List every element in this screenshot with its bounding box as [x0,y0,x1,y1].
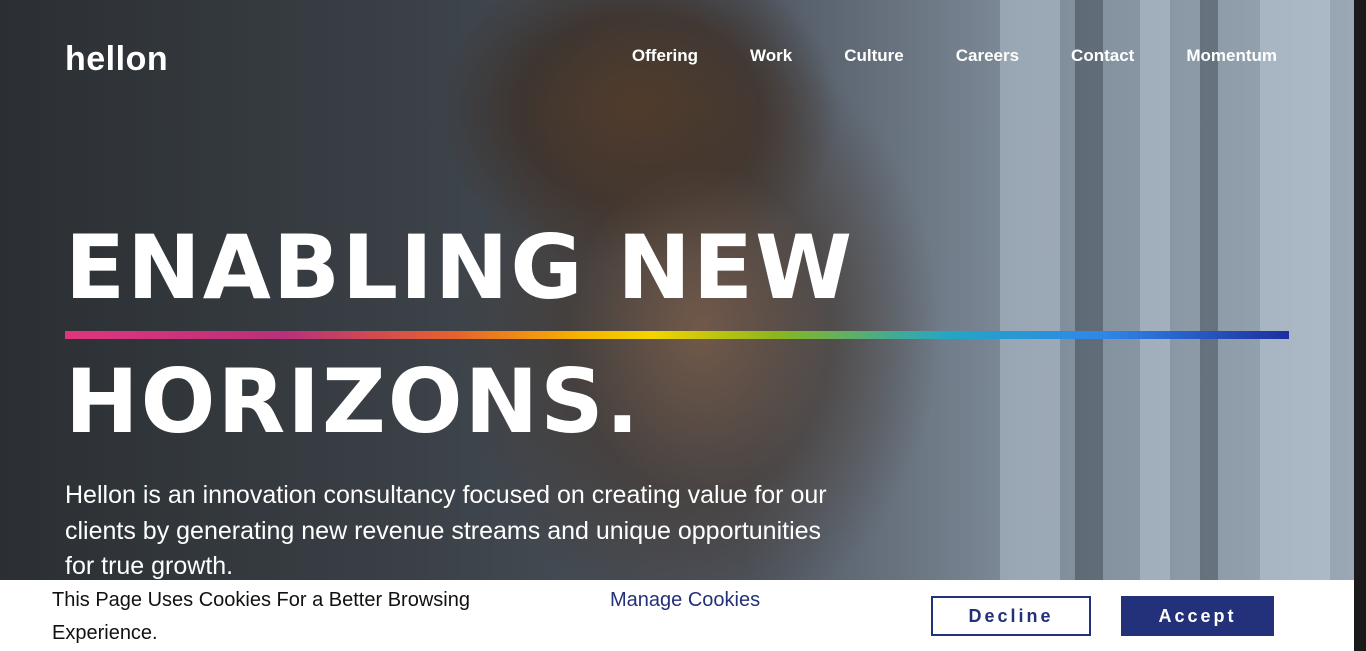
hero-headline-line-2: HORIZONS. [65,350,642,453]
cookie-banner: This Page Uses Cookies For a Better Brow… [0,580,1354,651]
main-nav: Offering Work Culture Careers Contact Mo… [632,46,1277,66]
nav-item-momentum[interactable]: Momentum [1186,46,1277,66]
background-window-pane [1000,0,1060,580]
background-window-pane [1140,0,1170,580]
hero-headline-line-1: ENABLING NEW [65,216,855,319]
rainbow-divider [65,331,1289,339]
hero-section: hellon Offering Work Culture Careers Con… [0,0,1354,651]
nav-item-work[interactable]: Work [750,46,792,66]
nav-item-contact[interactable]: Contact [1071,46,1134,66]
page-scrollbar[interactable] [1354,0,1366,651]
background-window-frame [1200,0,1218,580]
background-window-frame [1075,0,1103,580]
nav-item-culture[interactable]: Culture [844,46,904,66]
cookie-message: This Page Uses Cookies For a Better Brow… [52,589,470,644]
nav-item-offering[interactable]: Offering [632,46,698,66]
decline-button[interactable]: Decline [931,596,1091,636]
accept-button[interactable]: Accept [1121,596,1274,636]
nav-item-careers[interactable]: Careers [956,46,1019,66]
manage-cookies-link[interactable]: Manage Cookies [610,584,760,617]
hero-lead-text: Hellon is an innovation consultancy focu… [65,481,827,580]
background-window-pane [1260,0,1330,580]
brand-logo[interactable]: hellon [65,40,168,79]
